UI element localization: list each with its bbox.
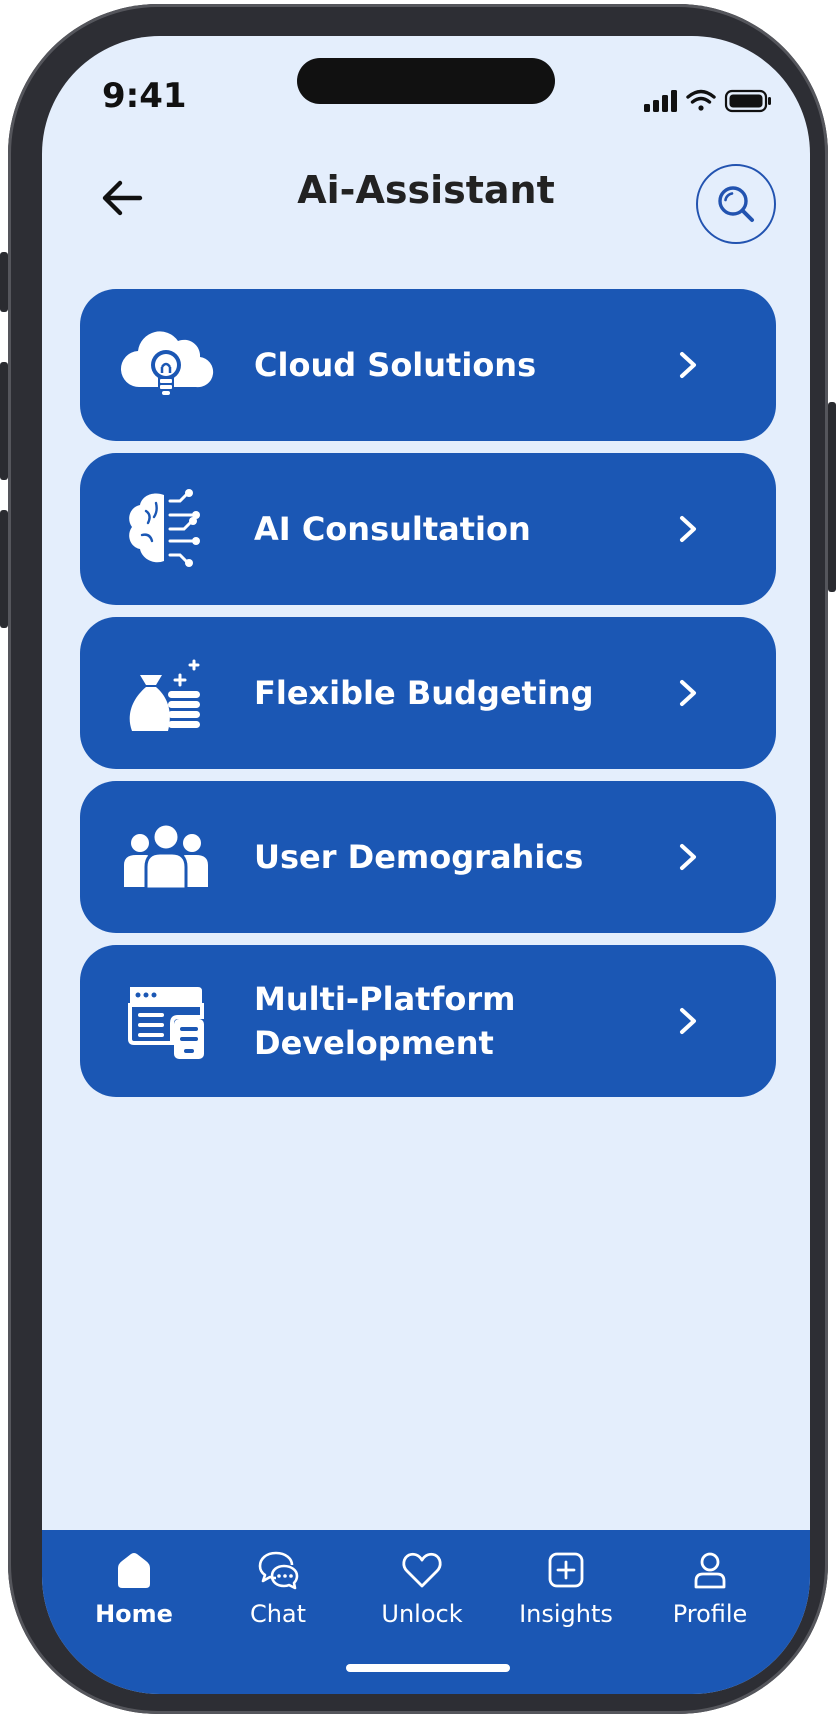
ai-brain-icon — [129, 489, 200, 567]
nav-item-unlock[interactable]: Unlock — [362, 1548, 482, 1648]
phone-frame: 9:41 Ai-Assistant Cloud Solutions AI Con… — [0, 4, 836, 1714]
heart-icon — [402, 1552, 442, 1588]
nav-item-profile[interactable]: Profile — [650, 1548, 770, 1648]
nav-item-chat[interactable]: Chat — [218, 1548, 338, 1648]
cellular-signal-icon — [644, 90, 677, 112]
plus-square-icon — [548, 1552, 584, 1588]
chevron-right-icon — [680, 1008, 696, 1034]
menu-item-label: User Demograhics — [254, 838, 584, 876]
page-title: Ai-Assistant — [297, 168, 555, 212]
nav-label: Unlock — [381, 1600, 463, 1628]
chevron-right-icon — [680, 680, 696, 706]
menu-item-label: Cloud Solutions — [254, 346, 537, 384]
users-group-icon — [124, 822, 208, 891]
menu-item-cloud-solutions[interactable]: Cloud Solutions — [80, 289, 776, 441]
dynamic-island — [297, 58, 555, 104]
menu-item-label: Multi-Platform Development — [254, 980, 516, 1062]
menu-item-label: Flexible Budgeting — [254, 674, 594, 712]
nav-label: Chat — [249, 1600, 307, 1628]
action-button — [0, 252, 8, 312]
status-icons — [644, 88, 774, 118]
chevron-right-icon — [680, 516, 696, 542]
cloud-bulb-icon — [120, 331, 214, 395]
menu-item-multi-platform-development[interactable]: Multi-Platform Development — [80, 945, 776, 1097]
home-icon — [118, 1553, 150, 1588]
wifi-icon — [686, 89, 716, 111]
nav-item-home[interactable]: Home — [74, 1548, 194, 1648]
app-screen: 9:41 Ai-Assistant Cloud Solutions AI Con… — [42, 36, 810, 1694]
status-time: 9:41 — [102, 76, 187, 116]
nav-label: Insights — [519, 1600, 613, 1628]
menu-item-flexible-budgeting[interactable]: Flexible Budgeting — [80, 617, 776, 769]
chat-icon — [258, 1551, 299, 1590]
search-button[interactable] — [696, 164, 776, 244]
nav-label: Home — [95, 1600, 173, 1628]
menu-item-ai-consultation[interactable]: AI Consultation — [80, 453, 776, 605]
multi-platform-icon — [128, 987, 204, 1059]
nav-label: Profile — [672, 1600, 748, 1628]
volume-up-button — [0, 362, 8, 480]
power-button — [828, 402, 836, 592]
profile-icon — [694, 1552, 726, 1589]
nav-item-insights[interactable]: Insights — [506, 1548, 626, 1648]
home-indicator — [346, 1664, 510, 1672]
money-bag-icon — [129, 659, 200, 731]
chevron-right-icon — [680, 844, 696, 870]
chevron-right-icon — [680, 352, 696, 378]
battery-icon — [724, 89, 771, 113]
menu-item-label: AI Consultation — [254, 510, 531, 548]
volume-down-button — [0, 510, 8, 628]
menu-item-user-demographics[interactable]: User Demograhics — [80, 781, 776, 933]
search-icon — [718, 186, 754, 222]
